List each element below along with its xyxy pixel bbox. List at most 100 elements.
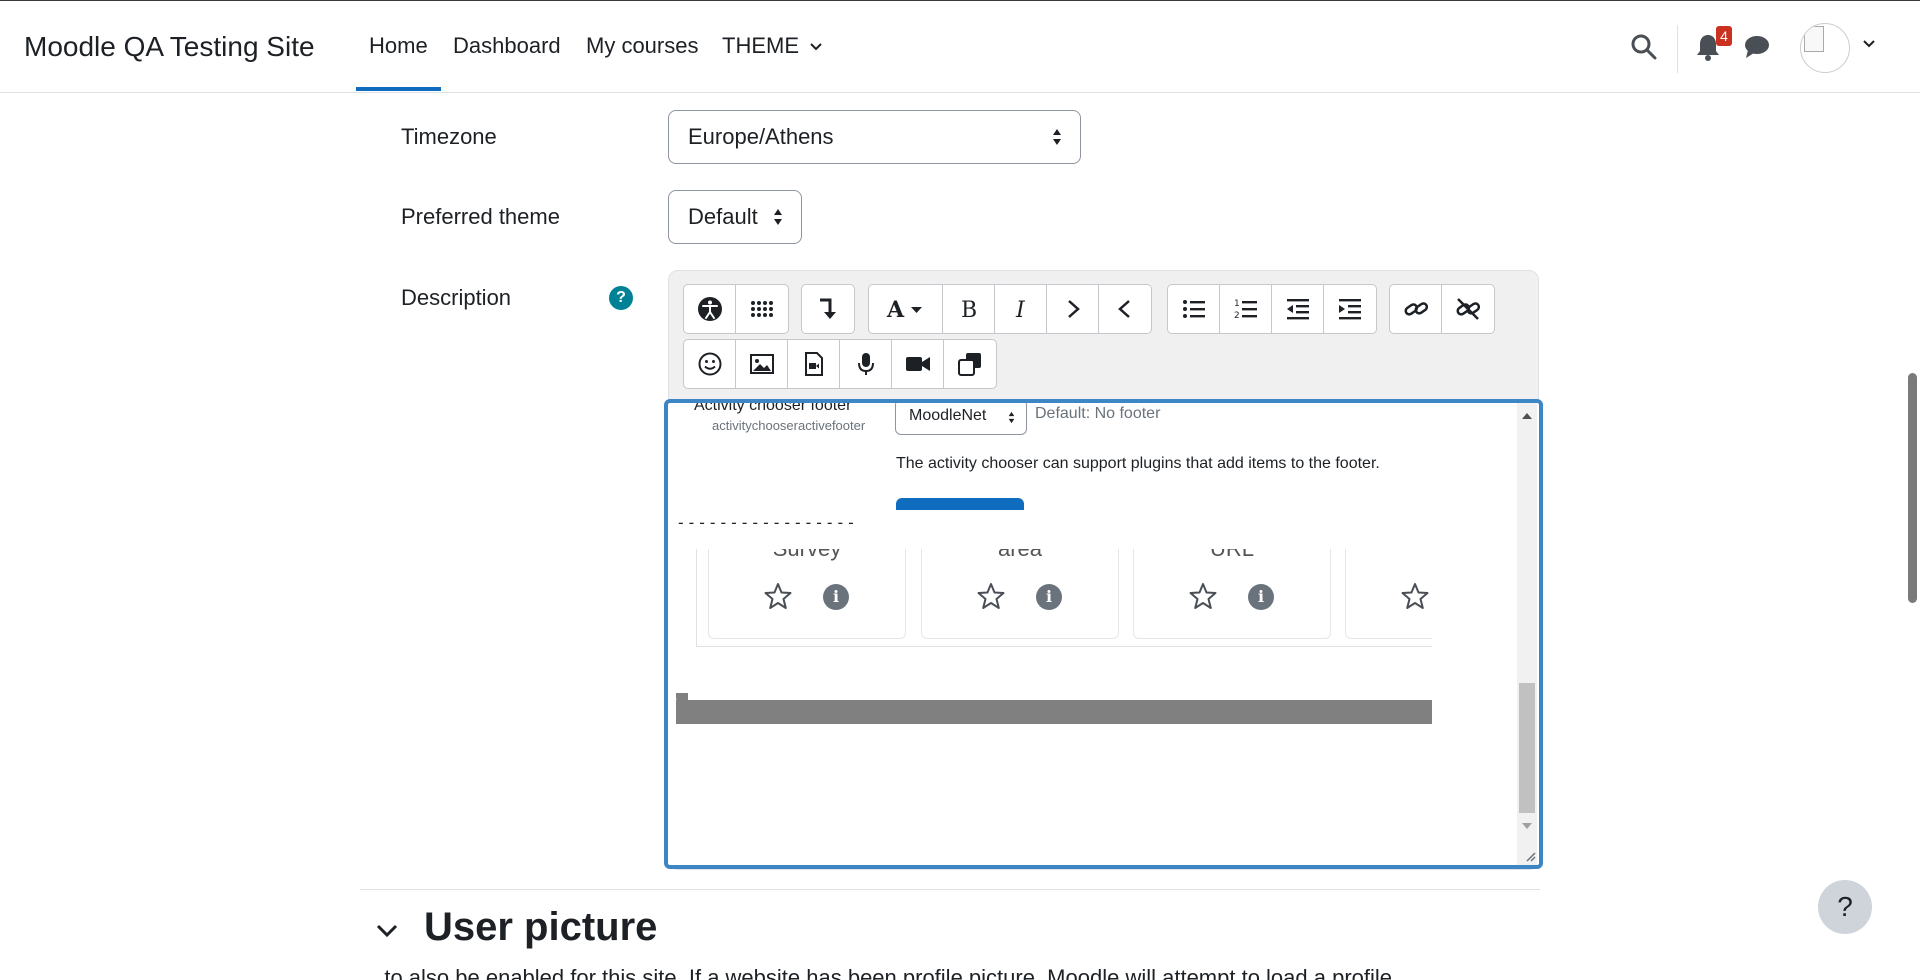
activity-card-title: area xyxy=(922,549,1118,562)
user-avatar[interactable] xyxy=(1800,23,1850,73)
accessibility-checker-button[interactable] xyxy=(684,285,736,333)
top-navbar: Moodle QA Testing Site Home Dashboard My… xyxy=(0,0,1920,93)
manage-files-button[interactable] xyxy=(944,340,996,388)
editor-scrollbar-thumb[interactable] xyxy=(1519,683,1535,813)
page-scrollbar[interactable] xyxy=(1905,93,1920,980)
help-button[interactable]: ? xyxy=(1818,880,1872,934)
nav-theme-dropdown[interactable]: THEME xyxy=(722,33,823,59)
star-icon xyxy=(1189,583,1217,609)
outdent-button[interactable] xyxy=(1272,285,1324,333)
footer-help-text: The activity chooser can support plugins… xyxy=(896,455,1380,472)
toolbar-group-links xyxy=(1389,284,1495,334)
outdent-icon xyxy=(1286,299,1309,320)
chevron-down-icon xyxy=(810,43,822,51)
link-button[interactable] xyxy=(1390,285,1442,333)
bold-icon: B xyxy=(961,298,977,322)
bold-button[interactable]: B xyxy=(943,285,995,333)
nav-my-courses-link[interactable]: My courses xyxy=(586,33,698,59)
info-icon: i xyxy=(1248,584,1274,610)
emoji-button[interactable] xyxy=(684,340,736,388)
link-icon xyxy=(1403,302,1428,316)
svg-text:I: I xyxy=(1015,298,1026,322)
nav-home-link[interactable]: Home xyxy=(369,33,428,59)
footer-default-text: Default: No footer xyxy=(1035,405,1161,422)
footer-select-value: MoodleNet xyxy=(909,407,987,424)
grid-dots-icon xyxy=(751,301,773,317)
save-changes-button-partial xyxy=(896,498,1024,510)
insert-image-button[interactable] xyxy=(736,340,788,388)
activity-card: URL i xyxy=(1133,549,1331,639)
scroll-up-arrow-icon[interactable] xyxy=(1522,413,1532,419)
timezone-select[interactable]: Europe/Athens xyxy=(668,110,1081,164)
resize-handle-icon[interactable] xyxy=(1524,850,1536,862)
section-description: ...to also be enabled for this site. If … xyxy=(366,965,1393,980)
chevron-left-icon xyxy=(1118,300,1130,318)
question-help-icon[interactable]: ? xyxy=(609,286,633,310)
indent-right-button[interactable] xyxy=(1047,285,1099,333)
nav-dashboard-link[interactable]: Dashboard xyxy=(453,33,561,59)
show-more-buttons-button[interactable] xyxy=(802,285,854,333)
indent-icon xyxy=(1339,299,1361,320)
record-video-button[interactable] xyxy=(892,340,944,388)
preferred-theme-label: Preferred theme xyxy=(401,204,560,229)
chevron-down-icon[interactable] xyxy=(1862,39,1876,49)
record-audio-button[interactable] xyxy=(840,340,892,388)
svg-text:A: A xyxy=(886,297,905,322)
nav-divider xyxy=(1677,25,1678,73)
indent-left-button[interactable] xyxy=(1099,285,1151,333)
site-name[interactable]: Moodle QA Testing Site xyxy=(24,31,315,63)
select-arrows-icon xyxy=(774,209,782,225)
select-arrows-icon xyxy=(1053,129,1061,145)
ordered-list-button[interactable]: 12 xyxy=(1220,285,1272,333)
section-divider xyxy=(360,889,1540,890)
page-scrollbar-thumb[interactable] xyxy=(1908,373,1917,603)
bullet-list-icon xyxy=(1182,300,1205,318)
svg-text:2: 2 xyxy=(1234,311,1240,321)
star-icon xyxy=(1401,583,1429,609)
section-title[interactable]: User picture xyxy=(424,905,657,950)
chevron-right-icon xyxy=(1067,300,1080,318)
timezone-value: Europe/Athens xyxy=(688,124,834,149)
level-down-arrow-icon xyxy=(820,298,836,319)
image-icon xyxy=(749,354,774,374)
toolbar-group-media xyxy=(683,339,997,389)
italic-button[interactable]: I xyxy=(995,285,1047,333)
activity-card: area i xyxy=(921,549,1119,639)
search-icon[interactable] xyxy=(1630,33,1658,61)
activity-card: Survey i xyxy=(708,549,906,639)
chevron-down-icon[interactable] xyxy=(374,918,400,944)
unlink-button[interactable] xyxy=(1442,285,1494,333)
screenreader-helper-button[interactable] xyxy=(736,285,788,333)
text-divider: ----------------- xyxy=(676,513,857,532)
indent-button[interactable] xyxy=(1324,285,1376,333)
notification-count-badge: 4 xyxy=(1716,26,1732,46)
unordered-list-button[interactable] xyxy=(1168,285,1220,333)
toolbar-group-lists: 12 xyxy=(1167,284,1377,334)
editor-content-area[interactable]: Activity chooser footer activitychoosera… xyxy=(664,399,1543,869)
pasted-screenshot-image: Activity chooser footer activitychoosera… xyxy=(672,403,1432,743)
activity-chooser-footer-key: activitychooseractivefooter xyxy=(712,418,866,433)
active-nav-indicator xyxy=(356,87,441,91)
video-file-icon xyxy=(804,352,823,376)
microphone-icon xyxy=(857,353,874,375)
info-icon: i xyxy=(1036,584,1062,610)
paragraph-styles-button[interactable]: A xyxy=(869,285,943,333)
nav-theme-label: THEME xyxy=(722,33,799,58)
scroll-down-arrow-icon[interactable] xyxy=(1522,823,1532,829)
select-arrows-icon xyxy=(1008,411,1015,424)
editor-scrollbar[interactable] xyxy=(1517,403,1537,865)
activity-chooser-footer-label: Activity chooser footer xyxy=(694,403,852,414)
toolbar-group-accessibility xyxy=(683,284,789,334)
accessibility-icon xyxy=(697,297,722,321)
preferred-theme-select[interactable]: Default xyxy=(668,190,802,244)
smiley-icon xyxy=(698,352,721,376)
chat-icon[interactable] xyxy=(1743,34,1771,60)
activity-card xyxy=(1345,549,1432,639)
toolbar-group-collapse xyxy=(801,284,855,334)
insert-media-button[interactable] xyxy=(788,340,840,388)
svg-text:1: 1 xyxy=(1234,299,1240,309)
image-grey-bar xyxy=(676,700,1432,724)
star-icon xyxy=(764,583,792,609)
italic-icon: I xyxy=(1015,298,1026,322)
broken-image-icon xyxy=(1804,26,1824,52)
